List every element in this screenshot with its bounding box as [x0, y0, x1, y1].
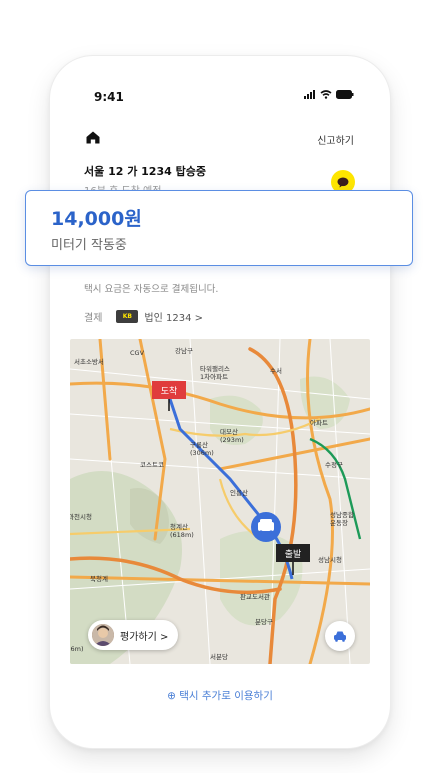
map-label-seongnam-stadium: 성남종합 [330, 510, 354, 519]
map-label-daemosan-h: (293m) [220, 436, 244, 444]
map-label-hs: (6m) [70, 645, 84, 653]
taxi-position-marker [251, 512, 281, 542]
map-label-cgv: CGV [130, 349, 145, 357]
taxi-locate-button[interactable] [325, 621, 355, 651]
card-badge: KB [122, 313, 133, 320]
origin-label: 출발 [285, 549, 302, 560]
map-label-seobundang: 서분당 [210, 652, 228, 661]
home-icon[interactable] [86, 131, 100, 144]
map-canvas: CGV 강남구 타워팰리스 1차아파트 수서 서초소방서 대모산 (293m) … [70, 339, 370, 664]
driver-avatar [92, 624, 114, 646]
map-label-apartment: 아파트 [310, 418, 328, 427]
plate-status: 서울 12 가 1234 탑승중 [84, 165, 206, 178]
map-label-gwacheon: 과천시청 [70, 512, 92, 521]
payment-label: 결제 [84, 313, 103, 324]
map-label-seongnam-hall: 성남시청 [318, 555, 342, 564]
taxi-icon [334, 631, 346, 642]
map-label-gurongsan-h: (306m) [190, 449, 214, 457]
rate-button[interactable]: 평가하기 > [88, 620, 179, 650]
route-map[interactable]: CGV 강남구 타워팰리스 1차아파트 수서 서초소방서 대모산 (293m) … [70, 339, 370, 664]
rate-label: 평가하기 > [120, 631, 169, 643]
payment-row[interactable]: 결제 KB 법인 1234 > [84, 309, 203, 324]
payment-note: 택시 요금은 자동으로 결제됩니다. [84, 284, 219, 295]
phone-frame: 9:41 신고하기 서울 12 가 1234 탑승중 16분 후 도착 예정 택… [49, 55, 391, 749]
add-taxi-button[interactable]: ⊕ 택시 추가로 이용하기 [50, 688, 390, 703]
card-icon: KB [116, 310, 139, 323]
map-label-cheonggye: 청계산 [170, 522, 188, 531]
payment-method: 법인 1234 > [144, 313, 203, 324]
report-button[interactable]: 신고하기 [317, 132, 354, 147]
map-label-bukcheong: 북청계 [90, 574, 108, 583]
map-label-pangyo: 판교도서관 [240, 592, 270, 601]
talk-icon [337, 177, 349, 187]
map-label-tower-palace-2: 1차아파트 [200, 372, 228, 381]
map-label-tower-palace: 타워팰리스 [200, 364, 230, 373]
map-label-sujeong: 수정구 [325, 460, 343, 469]
map-label-bundang: 분당구 [255, 617, 273, 626]
fare-card: 14,000원 미터기 작동중 [25, 190, 413, 266]
map-label-daemosan: 대모산 [220, 427, 238, 436]
map-label-costco: 코스트코 [140, 461, 164, 469]
map-label-suseo: 수서 [270, 366, 282, 375]
map-label-seocho-office: 서초소방서 [74, 357, 104, 366]
wifi-icon [320, 90, 332, 99]
battery-icon [336, 90, 354, 99]
status-icons [304, 90, 354, 99]
map-label-cheonggye-h: (618m) [170, 531, 194, 539]
fare-amount: 14,000원 [51, 208, 142, 230]
meter-status: 미터기 작동중 [51, 238, 127, 253]
map-label-seongnam-stadium-2: 운동장 [330, 518, 348, 527]
destination-label: 도착 [161, 386, 178, 397]
map-label-gurongsan: 구룡산 [190, 440, 208, 449]
map-label-gangnam: 강남구 [175, 346, 193, 355]
map-label-inreung: 인릉산 [230, 488, 248, 497]
signal-icon [304, 90, 315, 99]
status-time: 9:41 [94, 90, 124, 104]
